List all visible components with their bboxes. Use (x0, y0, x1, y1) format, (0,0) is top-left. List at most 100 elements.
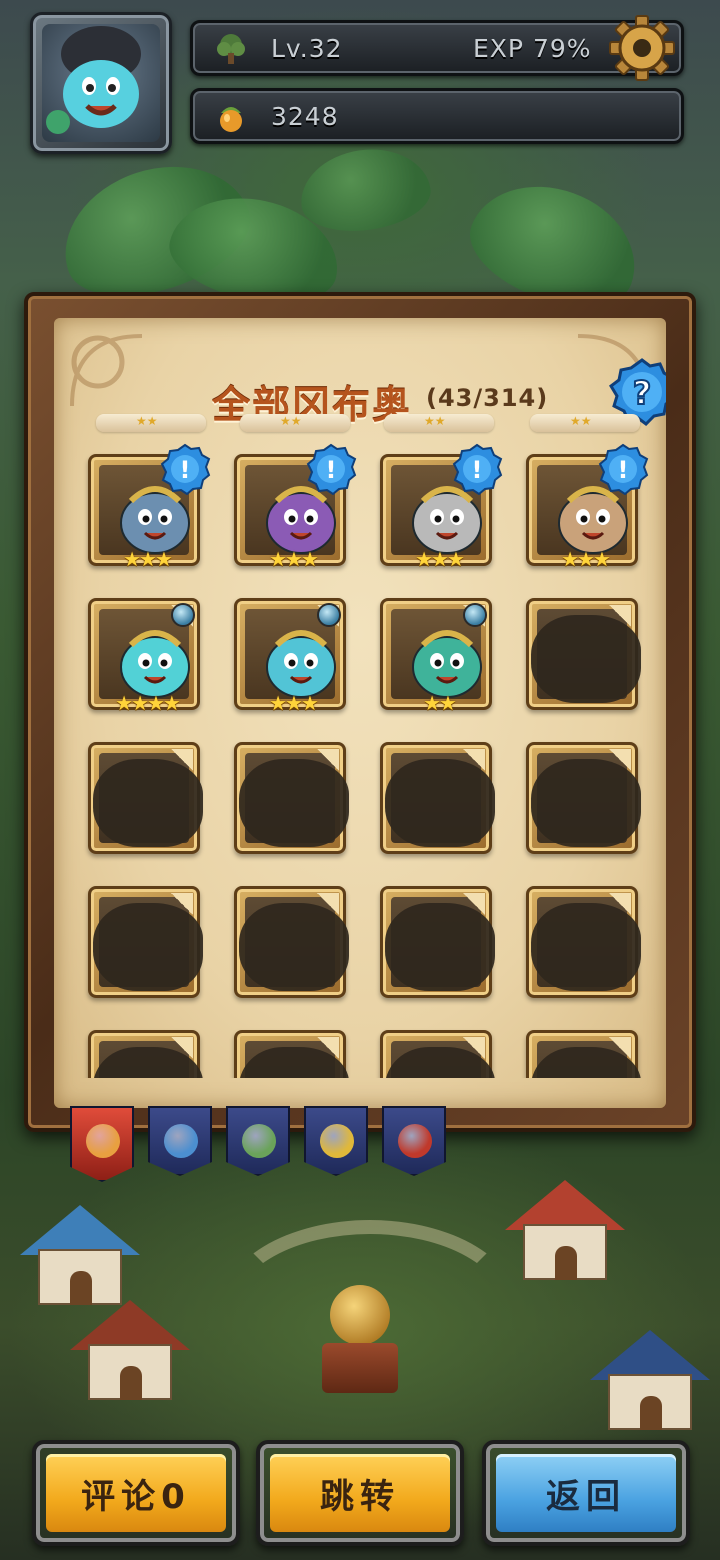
star-rating: ★★ (423, 691, 457, 715)
monster-card-locked[interactable] (380, 886, 495, 998)
star-rating: ★★★ (269, 691, 319, 715)
element-icon (171, 603, 195, 627)
monster-card-locked[interactable] (380, 1030, 495, 1078)
comment-button[interactable]: 评论0 (32, 1440, 240, 1546)
category-face-icon (164, 1124, 198, 1158)
locked-silhouette (385, 759, 495, 847)
monster-card[interactable]: ★★★! (234, 443, 357, 571)
green-tab[interactable] (226, 1106, 290, 1176)
tree-icon (217, 34, 245, 64)
monster-card[interactable]: ★★★★ (88, 598, 200, 715)
locked-silhouette (385, 903, 495, 991)
shelf-strip: ★★ (384, 414, 494, 432)
monster-portrait (266, 630, 336, 698)
village-house (590, 1330, 710, 1430)
monster-card-locked[interactable] (88, 742, 203, 854)
card-corner-fold (317, 749, 339, 771)
monster-card[interactable]: ★★★! (380, 443, 503, 571)
back-button[interactable]: 返回 (482, 1440, 690, 1546)
card-corner-fold (171, 1037, 193, 1059)
locked-silhouette (93, 759, 203, 847)
locked-silhouette (239, 759, 349, 847)
element-icon (317, 603, 341, 627)
category-face-icon (86, 1124, 120, 1158)
card-corner-fold (171, 749, 193, 771)
locked-silhouette (239, 903, 349, 991)
star-rating: ★★★★ (115, 691, 181, 715)
back-button-label: 返回 (496, 1454, 676, 1532)
monster-card-locked[interactable] (234, 1030, 349, 1078)
card-corner-fold (463, 749, 485, 771)
monster-card-locked[interactable] (88, 886, 203, 998)
category-tabs (70, 1106, 450, 1186)
monster-card-locked[interactable] (526, 598, 641, 710)
element-icon (463, 603, 487, 627)
monster-card-locked[interactable] (234, 742, 349, 854)
collection-panel: 全部冈布奥 (43/314) ? ★★ ★★ ★★ ★★ ★★★! ★★★! ★★★… (24, 292, 696, 1132)
monster-card[interactable]: ★★★! (526, 443, 649, 571)
corner-ornament-icon (70, 334, 143, 407)
locked-silhouette (531, 903, 641, 991)
monster-card-locked[interactable] (526, 1030, 641, 1078)
monster-grid[interactable]: ★★ ★★ ★★ ★★ ★★★! ★★★! ★★★! ★★★! ★★★★ ★★★ ★★ (54, 412, 666, 1078)
locked-silhouette (531, 615, 641, 703)
yellow-tab[interactable] (304, 1106, 368, 1176)
shelf-strip: ★★ (240, 414, 350, 432)
beanstalk-leaf (295, 141, 435, 239)
card-corner-fold (317, 1037, 339, 1059)
shelf-strip: ★★ (530, 414, 640, 432)
monster-portrait (412, 630, 482, 698)
golden-statue (318, 1285, 402, 1395)
village-house (505, 1180, 625, 1280)
monster-card[interactable]: ★★★! (88, 443, 211, 571)
monster-card-locked[interactable] (526, 742, 641, 854)
collection-count: (43/314) (426, 384, 549, 412)
exp-text: EXP 79% (473, 34, 592, 63)
card-corner-fold (171, 893, 193, 915)
star-rating: ★★★ (269, 547, 319, 571)
card-corner-fold (463, 893, 485, 915)
svg-text:?: ? (633, 374, 652, 412)
red-tab[interactable] (382, 1106, 446, 1176)
new-alert-icon[interactable]: ! (597, 443, 649, 495)
level-text: Lv.32 (271, 34, 343, 63)
player-avatar[interactable] (30, 12, 172, 154)
alert-badge-text: ! (472, 456, 483, 484)
all-tab[interactable] (70, 1106, 134, 1182)
monster-card-locked[interactable] (380, 742, 495, 854)
coins-text: 3248 (271, 102, 339, 131)
card-corner-fold (609, 605, 631, 627)
comment-button-label: 评论0 (46, 1454, 226, 1532)
locked-silhouette (93, 903, 203, 991)
new-alert-icon[interactable]: ! (451, 443, 503, 495)
jump-button-label: 跳转 (270, 1454, 450, 1532)
jump-button[interactable]: 跳转 (256, 1440, 464, 1546)
card-corner-fold (463, 1037, 485, 1059)
locked-silhouette (531, 759, 641, 847)
new-alert-icon[interactable]: ! (305, 443, 357, 495)
category-face-icon (320, 1124, 354, 1158)
collection-paper: 全部冈布奥 (43/314) ? ★★ ★★ ★★ ★★ ★★★! ★★★! ★★★… (54, 318, 666, 1108)
monster-card[interactable]: ★★ (380, 598, 492, 715)
blue-tab[interactable] (148, 1106, 212, 1176)
new-alert-icon[interactable]: ! (159, 443, 211, 495)
village-house (20, 1205, 140, 1305)
shelf-strip: ★★ (96, 414, 206, 432)
card-corner-fold (609, 1037, 631, 1059)
monster-portrait (120, 630, 190, 698)
star-rating: ★★★ (415, 547, 465, 571)
alert-badge-text: ! (326, 456, 337, 484)
monster-card-locked[interactable] (88, 1030, 203, 1078)
acorn-icon (220, 107, 242, 132)
category-face-icon (242, 1124, 276, 1158)
alert-badge-text: ! (180, 456, 191, 484)
monster-card[interactable]: ★★★ (234, 598, 346, 715)
monster-card-locked[interactable] (234, 886, 349, 998)
monster-card-locked[interactable] (526, 886, 641, 998)
category-face-icon (398, 1124, 432, 1158)
card-corner-fold (609, 893, 631, 915)
star-rating: ★★★ (561, 547, 611, 571)
coins-bar: 3248 (190, 88, 684, 144)
gear-icon[interactable] (608, 14, 676, 82)
village-house (70, 1300, 190, 1400)
